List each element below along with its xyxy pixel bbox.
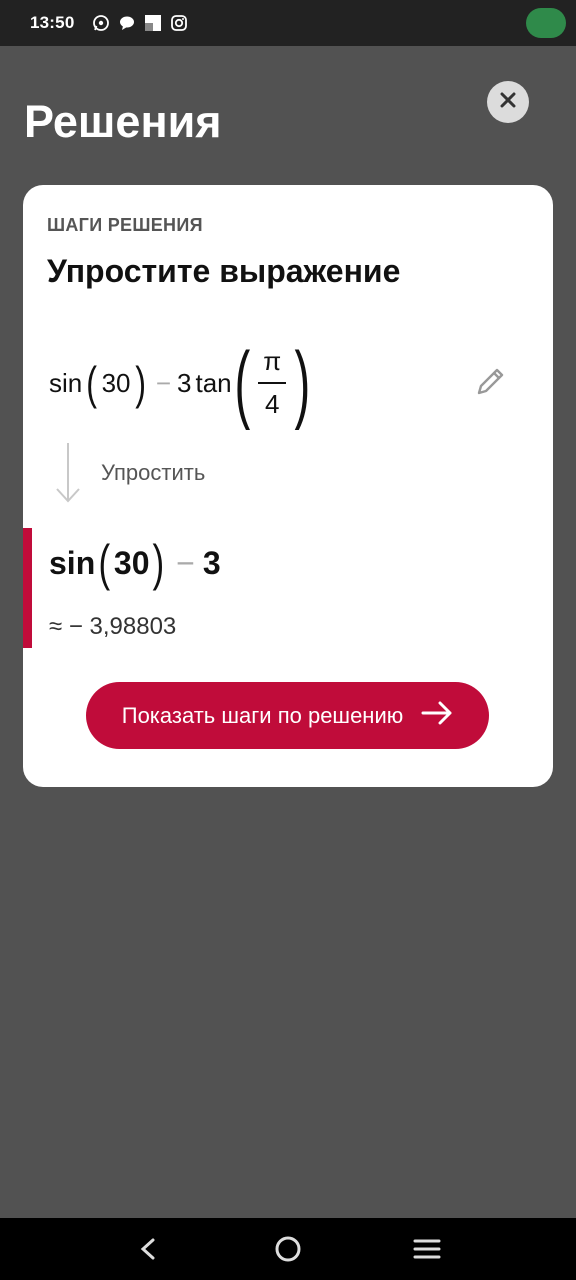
edit-icon[interactable] <box>473 363 509 399</box>
show-steps-label: Показать шаги по решению <box>121 702 404 728</box>
page-title: Решения <box>24 96 222 147</box>
whatsapp-icon <box>92 14 110 32</box>
menu-icon[interactable] <box>407 1229 447 1269</box>
expr-bigparen-open: ( <box>234 335 250 431</box>
solution-card: ШАГИ РЕШЕНИЯ Упростите выражение sin ( 3… <box>23 185 553 787</box>
expr-arg-30: 30 <box>101 367 131 398</box>
expr-paren-close: ) <box>134 357 146 409</box>
instagram-icon <box>170 14 188 32</box>
status-bar: 13:50 <box>0 0 576 46</box>
fraction-numerator: π <box>263 346 282 376</box>
steps-label: ШАГИ РЕШЕНИЯ <box>47 215 203 235</box>
result-accent-bar <box>23 528 32 648</box>
close-icon <box>499 91 517 114</box>
home-icon[interactable] <box>268 1229 308 1269</box>
status-icons <box>92 14 188 32</box>
expr-fraction: π 4 <box>258 346 287 420</box>
fraction-denominator: 4 <box>265 389 280 419</box>
show-steps-button[interactable]: Показать шаги по решению <box>86 682 489 749</box>
result-value: 3 <box>202 544 221 581</box>
chat-bubble-icon <box>118 14 136 32</box>
expr-paren-open: ( <box>86 357 98 409</box>
result-paren-close: ) <box>152 535 165 591</box>
input-expression[interactable]: sin ( 30 ) − 3 tan ( π 4 ) <box>49 335 313 431</box>
app-square-icon <box>144 14 162 32</box>
arrow-right-icon <box>421 701 453 731</box>
result-minus: − <box>176 544 195 581</box>
back-icon[interactable] <box>129 1229 169 1269</box>
battery-indicator <box>526 8 566 38</box>
arrow-down-icon <box>53 441 83 505</box>
fraction-bar <box>258 382 287 384</box>
system-nav-bar <box>0 1218 576 1280</box>
close-button[interactable] <box>487 81 529 123</box>
card-heading: Упростите выражение <box>47 253 401 289</box>
result-expression: sin ( 30 ) − 3 <box>49 535 221 591</box>
result-arg-30: 30 <box>113 544 150 581</box>
approximate-value: ≈ − 3,98803 <box>49 613 177 640</box>
status-time: 13:50 <box>30 13 75 32</box>
result-func-sin: sin <box>49 544 96 581</box>
expr-func-tan: tan <box>195 367 232 398</box>
step-label: Упростить <box>101 460 206 485</box>
expr-func-sin: sin <box>49 367 83 398</box>
result-paren-open: ( <box>98 535 111 591</box>
expr-bigparen-close: ) <box>294 335 311 431</box>
expr-coefficient: 3 <box>177 367 192 398</box>
expr-minus: − <box>155 367 172 398</box>
